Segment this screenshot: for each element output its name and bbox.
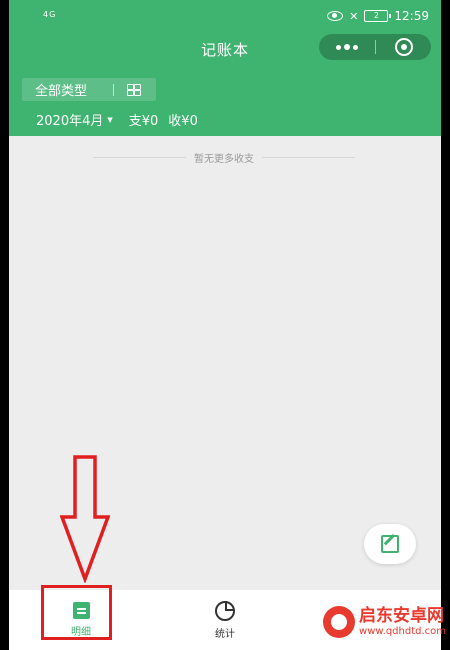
expense-total: 支¥0	[128, 114, 159, 129]
empty-state-text: 暂无更多收支	[194, 154, 254, 165]
tab-statistics-label: 统计	[215, 629, 235, 640]
battery-icon: 2	[364, 10, 392, 22]
watermark: 启东安卓网 www.qdhdtd.com	[323, 606, 446, 638]
signal-indicator: 4G	[43, 10, 57, 19]
type-filter-button[interactable]: 全部类型	[22, 78, 156, 101]
caret-down-icon[interactable]: ▼	[107, 116, 112, 124]
divider	[93, 157, 186, 158]
annotation-highlight-box	[41, 585, 112, 640]
mini-program-capsule	[319, 34, 431, 60]
status-bar: 4G ✕ 2 12:59	[9, 6, 441, 26]
eye-icon	[327, 11, 344, 21]
status-time: 12:59	[394, 9, 429, 23]
type-filter-label: 全部类型	[35, 84, 88, 99]
income-total: 收¥0	[168, 114, 198, 129]
target-icon	[394, 38, 413, 56]
pie-icon	[215, 601, 235, 621]
empty-state: 暂无更多收支	[93, 150, 355, 165]
month-selector[interactable]: 2020年4月	[36, 110, 103, 129]
more-icon-dot	[344, 44, 350, 50]
type-filter-divider	[113, 83, 114, 96]
add-record-button[interactable]	[364, 524, 416, 564]
watermark-url: www.qdhdtd.com	[359, 626, 446, 637]
watermark-text: 启东安卓网 www.qdhdtd.com	[359, 606, 446, 638]
tab-statistics[interactable]: 统计	[153, 590, 297, 650]
more-button[interactable]	[319, 34, 375, 60]
edit-icon	[381, 535, 399, 553]
app-header: 4G ✕ 2 12:59 记账本 全部类型 2020年4月 ▼ 支¥0 收¥0	[9, 0, 441, 136]
grid-icon	[127, 83, 141, 96]
close-mini-program-button[interactable]	[376, 34, 431, 60]
watermark-logo-icon	[323, 606, 356, 638]
watermark-title: 启东安卓网	[359, 606, 445, 626]
divider	[262, 157, 355, 158]
more-icon-dot	[353, 44, 358, 50]
arrow-down-icon	[60, 455, 110, 583]
status-right: ✕ 2 12:59	[327, 9, 429, 23]
more-icon	[336, 44, 341, 50]
month-summary-row: 2020年4月 ▼ 支¥0 收¥0	[36, 110, 208, 129]
mute-icon: ✕	[349, 9, 359, 23]
